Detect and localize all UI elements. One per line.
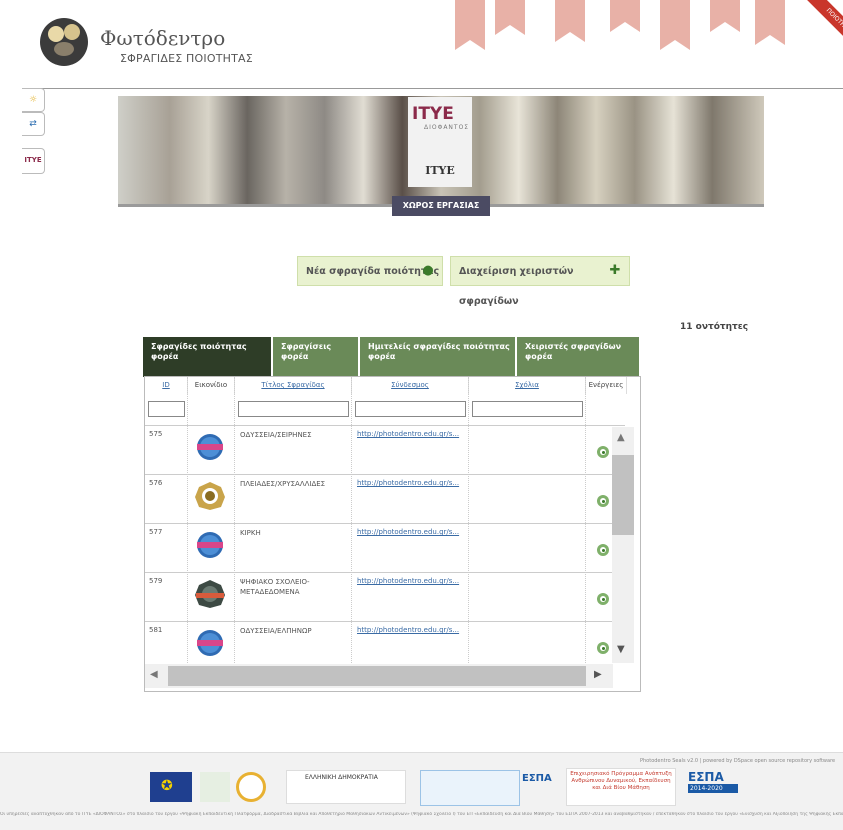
- tab-organization-seals[interactable]: Σφραγίδες ποιότητας φορέα: [143, 337, 271, 377]
- horizontal-scroll-thumb[interactable]: [168, 666, 586, 686]
- itye-logo: ITYE ΔΙΟΦΑΝΤΟΣ: [412, 104, 470, 131]
- filter-link-input[interactable]: [355, 401, 466, 417]
- workspace-label: ΧΩΡΟΣ ΕΡΓΑΣΙΑΣ: [392, 196, 490, 216]
- view-eye-icon[interactable]: [597, 593, 609, 605]
- table-row[interactable]: 577 ΚΙΡΚΗ http://photodentro.edu.gr/s...: [145, 523, 625, 573]
- tab-seal-operators[interactable]: Χειριστές σφραγίδων φορέα: [517, 337, 639, 377]
- seal-badge-icon: [197, 630, 223, 656]
- column-header-title[interactable]: Τίτλος Σφραγίδας: [235, 377, 352, 394]
- view-eye-icon[interactable]: [597, 446, 609, 458]
- new-seal-button[interactable]: Νέα σφραγίδα ποιότητας ●: [297, 256, 443, 286]
- seal-link[interactable]: http://photodentro.edu.gr/s...: [357, 626, 459, 634]
- ministry-logo: [420, 770, 520, 806]
- tab-organization-sealings[interactable]: Σφραγίσεις φορέα: [273, 337, 358, 377]
- column-header-id[interactable]: ID: [145, 377, 188, 394]
- decorative-ribbon: [710, 0, 740, 32]
- diofantos-logo-icon: [236, 772, 266, 802]
- sun-icon: ☼: [28, 95, 38, 105]
- decorative-ribbon: [455, 0, 485, 50]
- corner-ribbon: ΠΟΙΟΤΗΤΑ: [790, 0, 843, 60]
- hellenic-republic-logo: ΕΛΛΗΝΙΚΗ ΔΗΜΟΚΡΑΤΙΑ: [286, 770, 406, 804]
- column-header-actions: Ενέργειες: [586, 377, 627, 394]
- manage-operators-button[interactable]: Διαχείριση χειριστών σφραγίδων ✚: [450, 256, 630, 307]
- scroll-left-icon[interactable]: ◀: [150, 669, 158, 680]
- seal-badge-icon: [197, 434, 223, 460]
- scroll-down-icon[interactable]: ▼: [617, 644, 625, 655]
- decorative-ribbon: [755, 0, 785, 45]
- filter-comments-input[interactable]: [472, 401, 583, 417]
- decorative-ribbon: [610, 0, 640, 32]
- espa-logo: ΕΣΠΑ: [522, 773, 552, 784]
- seal-link[interactable]: http://photodentro.edu.gr/s...: [357, 430, 459, 438]
- site-title[interactable]: Φωτόδεντρο: [100, 26, 225, 50]
- entity-count: 11 οντότητες: [680, 322, 749, 332]
- column-header-link[interactable]: Σύνδεσμος: [352, 377, 469, 394]
- manage-operators-label: Διαχείριση χειριστών σφραγίδων: [459, 266, 574, 307]
- side-tab-itye[interactable]: ITYE: [22, 148, 45, 174]
- header-divider: [30, 88, 843, 89]
- site-subtitle: ΣΦΡΑΓΙΔΕΣ ΠΟΙΟΤΗΤΑΣ: [120, 52, 253, 65]
- seal-badge-icon: [197, 532, 223, 558]
- seal-link[interactable]: http://photodentro.edu.gr/s...: [357, 528, 459, 536]
- view-eye-icon[interactable]: [597, 495, 609, 507]
- table-row[interactable]: 576 ΠΛΕΙΑΔΕΣ/ΧΡΥΣΑΛΛΙΔΕΣ http://photoden…: [145, 474, 625, 524]
- table-row[interactable]: 575 ΟΔΥΣΣΕΙΑ/ΣΕΙΡΗΝΕΣ http://photodentro…: [145, 425, 625, 475]
- column-header-comments[interactable]: Σχόλια: [469, 377, 586, 394]
- side-tab-sun[interactable]: ☼: [22, 88, 45, 112]
- footer-funding-text: Οι υπηρεσίες αναπτύχθηκαν από το ΙΤΥΕ «Δ…: [0, 812, 843, 817]
- seal-badge-icon: [195, 482, 225, 510]
- filter-id-input[interactable]: [148, 401, 185, 417]
- operational-program-logo: Επιχειρησιακό Πρόγραμμα Ανάπτυξη Ανθρώπι…: [566, 768, 676, 806]
- view-eye-icon[interactable]: [597, 642, 609, 654]
- side-tab-exchange[interactable]: ⇄: [22, 112, 45, 136]
- vertical-scroll-thumb[interactable]: [612, 455, 634, 535]
- tree-logo-icon: [200, 772, 230, 802]
- seal-link[interactable]: http://photodentro.edu.gr/s...: [357, 577, 459, 585]
- seals-grid[interactable]: ID Εικονίδιο Τίτλος Σφραγίδας Σύνδεσμος …: [144, 376, 641, 692]
- itye-tab-label: ITYE: [24, 156, 42, 164]
- powered-by: Photodentro Seals v2.0 | powered by DSpa…: [640, 758, 836, 764]
- seal-icon: ●: [422, 263, 434, 278]
- table-row[interactable]: 579 ΨΗΦΙΑΚΟ ΣΧΟΛΕΙΟ-ΜΕΤΑΔΕΔΟΜΕΝΑ http://…: [145, 572, 625, 622]
- decorative-ribbon: [495, 0, 525, 35]
- decorative-ribbon: [660, 0, 690, 50]
- view-eye-icon[interactable]: [597, 544, 609, 556]
- tab-incomplete-seals[interactable]: Ημιτελείς σφραγίδες ποιότητας φορέα: [360, 337, 515, 377]
- espa-2014-logo: ΕΣΠΑ 2014-2020: [688, 770, 738, 802]
- decorative-ribbon: [555, 0, 585, 42]
- seal-link[interactable]: http://photodentro.edu.gr/s...: [357, 479, 459, 487]
- seal-badge-icon: [195, 580, 225, 608]
- scroll-right-icon[interactable]: ▶: [594, 669, 602, 680]
- exchange-icon: ⇄: [29, 119, 37, 129]
- organization-name: ITYE: [425, 164, 455, 177]
- site-logo-icon[interactable]: [40, 18, 88, 66]
- filter-title-input[interactable]: [238, 401, 349, 417]
- eu-flag-logo: ✪: [150, 772, 192, 802]
- scroll-up-icon[interactable]: ▲: [617, 432, 625, 443]
- add-user-icon: ✚: [609, 263, 621, 278]
- column-header-icon: Εικονίδιο: [188, 377, 235, 394]
